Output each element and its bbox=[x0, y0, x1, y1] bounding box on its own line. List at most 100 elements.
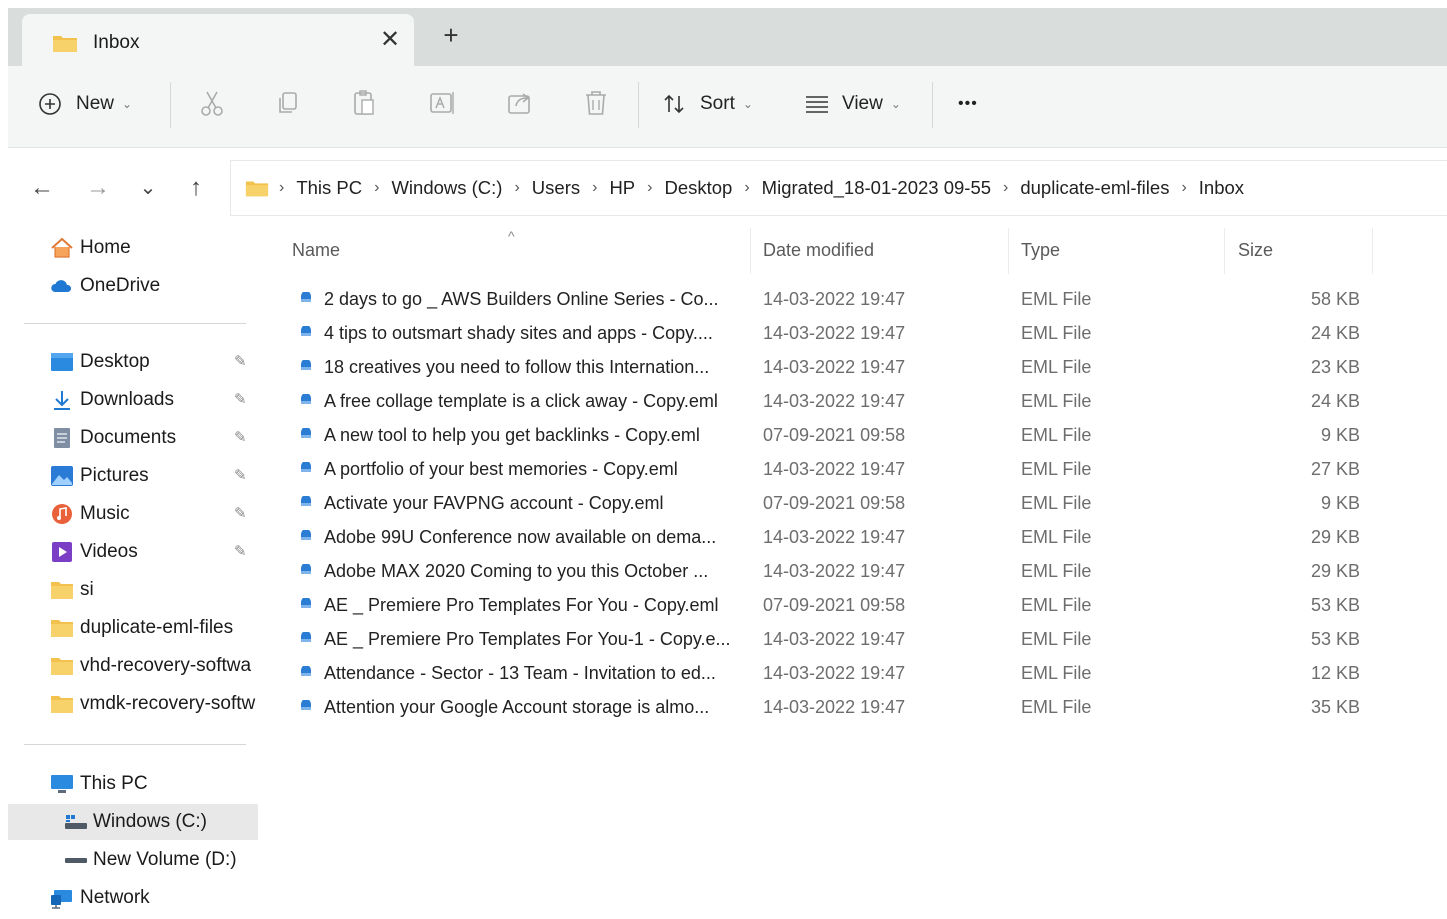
file-size: 27 KB bbox=[1310, 459, 1360, 479]
email-file-icon bbox=[301, 326, 311, 336]
breadcrumb-inbox[interactable]: Inbox bbox=[1199, 177, 1244, 199]
breadcrumb-migrated[interactable]: Migrated_18-01-2023 09-55 bbox=[762, 177, 991, 199]
tab-inbox[interactable]: Inbox ✕ bbox=[22, 14, 414, 66]
sidebar-item-downloads[interactable]: Downloads ✎ bbox=[8, 382, 258, 418]
sidebar-item-label: Network bbox=[80, 887, 150, 908]
cloud-icon bbox=[51, 280, 72, 292]
email-file-icon bbox=[301, 394, 311, 404]
video-icon bbox=[52, 542, 72, 562]
address-bar[interactable]: › This PC › Windows (C:) › Users › HP › … bbox=[230, 160, 1447, 216]
sidebar-divider bbox=[24, 323, 246, 324]
copy-icon[interactable] bbox=[273, 88, 303, 118]
breadcrumb-desktop[interactable]: Desktop bbox=[664, 177, 732, 199]
view-button[interactable]: View ⌄ bbox=[804, 84, 901, 124]
cut-icon[interactable] bbox=[197, 88, 227, 118]
forward-button[interactable]: → bbox=[82, 172, 114, 204]
breadcrumb-separator: › bbox=[1003, 179, 1009, 196]
column-divider[interactable] bbox=[1372, 228, 1373, 274]
file-size: 24 KB bbox=[1310, 323, 1360, 343]
sidebar-item-music[interactable]: Music ✎ bbox=[8, 496, 258, 532]
file-row[interactable]: 4 tips to outsmart shady sites and apps … bbox=[292, 317, 1372, 351]
pin-icon[interactable]: ✎ bbox=[234, 390, 247, 408]
folder-icon bbox=[51, 658, 73, 675]
breadcrumb-separator: › bbox=[1181, 179, 1187, 196]
breadcrumb-hp[interactable]: HP bbox=[609, 177, 635, 199]
sidebar-item-vhd-recovery-software[interactable]: vhd-recovery-softwa bbox=[8, 648, 258, 684]
column-header-name[interactable]: Name bbox=[292, 240, 340, 261]
more-options-button[interactable]: ••• bbox=[958, 84, 978, 124]
column-header-size[interactable]: Size bbox=[1238, 240, 1273, 261]
recent-locations-button[interactable]: ⌄ bbox=[132, 172, 164, 204]
chevron-down-icon: ⌄ bbox=[122, 97, 133, 111]
column-header-type[interactable]: Type bbox=[1021, 240, 1060, 261]
sidebar-item-documents[interactable]: Documents ✎ bbox=[8, 420, 258, 456]
file-row[interactable]: A new tool to help you get backlinks - C… bbox=[292, 419, 1372, 453]
desktop-icon bbox=[51, 353, 73, 371]
document-icon bbox=[54, 428, 70, 448]
sidebar-item-duplicate-eml-files[interactable]: duplicate-eml-files bbox=[8, 610, 258, 646]
file-row[interactable]: Attention your Google Account storage is… bbox=[292, 691, 1372, 725]
column-divider[interactable] bbox=[1224, 228, 1225, 274]
breadcrumb-duplicate-eml-files[interactable]: duplicate-eml-files bbox=[1020, 177, 1169, 199]
close-tab-icon[interactable]: ✕ bbox=[376, 26, 404, 54]
file-name: Attention your Google Account storage is… bbox=[324, 697, 710, 717]
sidebar-item-network[interactable]: Network bbox=[8, 880, 258, 916]
file-row[interactable]: AE _ Premiere Pro Templates For You-1 - … bbox=[292, 623, 1372, 657]
file-row[interactable]: Attendance - Sector - 13 Team - Invitati… bbox=[292, 657, 1372, 691]
pin-icon[interactable]: ✎ bbox=[234, 352, 247, 370]
sort-button[interactable]: Sort ⌄ bbox=[662, 84, 753, 124]
sidebar-item-windows-c[interactable]: Windows (C:) bbox=[8, 804, 258, 840]
file-date-modified: 14-03-2022 19:47 bbox=[763, 459, 906, 479]
share-icon[interactable] bbox=[505, 88, 535, 118]
sidebar-item-vmdk-recovery-software[interactable]: vmdk-recovery-softw bbox=[8, 686, 258, 722]
file-date-modified: 14-03-2022 19:47 bbox=[763, 289, 906, 309]
file-type: EML File bbox=[1021, 425, 1092, 445]
sidebar-item-this-pc[interactable]: This PC bbox=[8, 766, 258, 802]
file-row[interactable]: AE _ Premiere Pro Templates For You - Co… bbox=[292, 589, 1372, 623]
column-header-date-modified[interactable]: Date modified bbox=[763, 240, 874, 261]
pin-icon[interactable]: ✎ bbox=[234, 466, 247, 484]
new-tab-button[interactable]: + bbox=[436, 20, 466, 50]
paste-icon[interactable] bbox=[349, 88, 379, 118]
file-row[interactable]: 18 creatives you need to follow this Int… bbox=[292, 351, 1372, 385]
file-type: EML File bbox=[1021, 323, 1092, 343]
file-date-modified: 14-03-2022 19:47 bbox=[763, 697, 906, 717]
column-divider[interactable] bbox=[1008, 228, 1009, 274]
breadcrumb-users[interactable]: Users bbox=[532, 177, 580, 199]
sidebar-item-desktop[interactable]: Desktop ✎ bbox=[8, 344, 258, 380]
sidebar-item-si[interactable]: si bbox=[8, 572, 258, 608]
file-row[interactable]: Adobe 99U Conference now available on de… bbox=[292, 521, 1372, 555]
file-row[interactable]: A portfolio of your best memories - Copy… bbox=[292, 453, 1372, 487]
file-row[interactable]: Activate your FAVPNG account - Copy.eml 0… bbox=[292, 487, 1372, 521]
sidebar-item-videos[interactable]: Videos ✎ bbox=[8, 534, 258, 570]
new-button[interactable]: New ⌄ bbox=[38, 84, 132, 124]
sidebar-item-label: Pictures bbox=[80, 465, 149, 486]
file-size: 12 KB bbox=[1310, 663, 1360, 683]
sidebar-item-home[interactable]: Home bbox=[8, 230, 258, 266]
breadcrumb-windows-c[interactable]: Windows (C:) bbox=[391, 177, 502, 199]
sidebar-item-pictures[interactable]: Pictures ✎ bbox=[8, 458, 258, 494]
file-row[interactable]: A free collage template is a click away … bbox=[292, 385, 1372, 419]
up-button[interactable]: ↑ bbox=[180, 172, 212, 204]
folder-icon bbox=[245, 181, 269, 197]
file-row[interactable]: 2 days to go _ AWS Builders Online Serie… bbox=[292, 283, 1372, 317]
pin-icon[interactable]: ✎ bbox=[234, 428, 247, 446]
sidebar-item-new-volume-d[interactable]: New Volume (D:) bbox=[8, 842, 258, 878]
delete-icon[interactable] bbox=[581, 88, 611, 118]
sidebar-item-label: si bbox=[80, 579, 94, 600]
back-button[interactable]: ← bbox=[26, 172, 58, 204]
pin-icon[interactable]: ✎ bbox=[234, 504, 247, 522]
pin-icon[interactable]: ✎ bbox=[234, 542, 247, 560]
column-divider[interactable] bbox=[750, 228, 751, 274]
breadcrumb-this-pc[interactable]: This PC bbox=[296, 177, 362, 199]
sidebar-item-label: This PC bbox=[80, 773, 148, 794]
file-size: 29 KB bbox=[1310, 527, 1360, 547]
sidebar-item-onedrive[interactable]: OneDrive bbox=[8, 268, 258, 304]
file-date-modified: 14-03-2022 19:47 bbox=[763, 323, 906, 343]
folder-icon bbox=[53, 36, 77, 52]
rename-icon[interactable] bbox=[427, 88, 457, 118]
file-row[interactable]: Adobe MAX 2020 Coming to you this Octobe… bbox=[292, 555, 1372, 589]
email-file-icon bbox=[301, 530, 311, 540]
breadcrumb-separator: › bbox=[744, 179, 750, 196]
file-name: Adobe 99U Conference now available on de… bbox=[324, 527, 717, 547]
